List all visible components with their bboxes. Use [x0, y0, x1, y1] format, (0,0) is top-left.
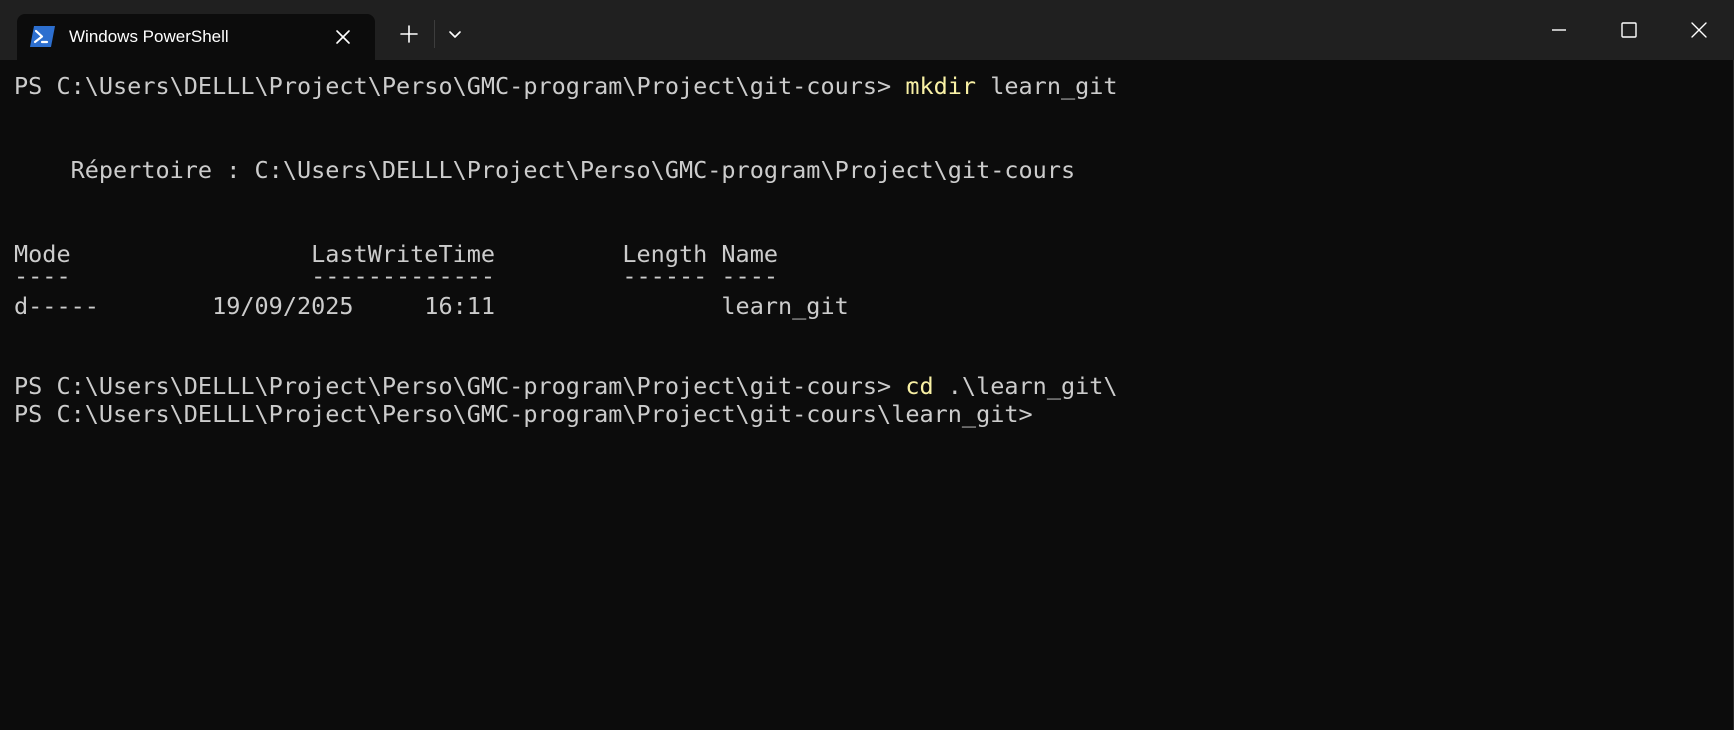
plus-icon	[393, 25, 425, 54]
prompt-line-cd: PS C:\Users\DELLL\Project\Perso\GMC-prog…	[14, 372, 1118, 400]
tab-separator	[434, 20, 435, 48]
tab-dropdown-button[interactable]	[441, 20, 469, 48]
powershell-window: Windows PowerShell PS C:\Users\DELLL\Pro…	[0, 0, 1734, 730]
maximize-button[interactable]	[1594, 0, 1664, 60]
prompt-line-mkdir: PS C:\Users\DELLL\Project\Perso\GMC-prog…	[14, 72, 1118, 100]
terminal-output[interactable]: PS C:\Users\DELLL\Project\Perso\GMC-prog…	[0, 60, 1734, 730]
argument-text: .\learn_git\	[933, 372, 1118, 400]
table-row: d----- 19/09/2025 16:11 learn_git	[14, 292, 849, 320]
argument-text: learn_git	[976, 72, 1118, 100]
chevron-down-icon	[441, 31, 469, 52]
prompt-text: PS C:\Users\DELLL\Project\Perso\GMC-prog…	[14, 72, 906, 100]
command-text: cd	[905, 372, 934, 400]
powershell-icon	[30, 26, 55, 47]
minimize-button[interactable]	[1524, 0, 1594, 60]
command-text: mkdir	[905, 72, 977, 100]
title-bar[interactable]: Windows PowerShell	[0, 0, 1734, 60]
tab-title: Windows PowerShell	[69, 27, 229, 46]
tab-close-icon[interactable]	[331, 25, 355, 49]
new-tab-button[interactable]	[393, 18, 425, 50]
tab-windows-powershell[interactable]: Windows PowerShell	[17, 14, 375, 60]
close-window-button[interactable]	[1664, 0, 1734, 60]
directory-line: Répertoire : C:\Users\DELLL\Project\Pers…	[14, 156, 1076, 184]
prompt-line-current: PS C:\Users\DELLL\Project\Perso\GMC-prog…	[14, 400, 1033, 428]
prompt-text: PS C:\Users\DELLL\Project\Perso\GMC-prog…	[14, 372, 906, 400]
table-header-underline: ---- ------------- ------ ----	[14, 262, 779, 290]
